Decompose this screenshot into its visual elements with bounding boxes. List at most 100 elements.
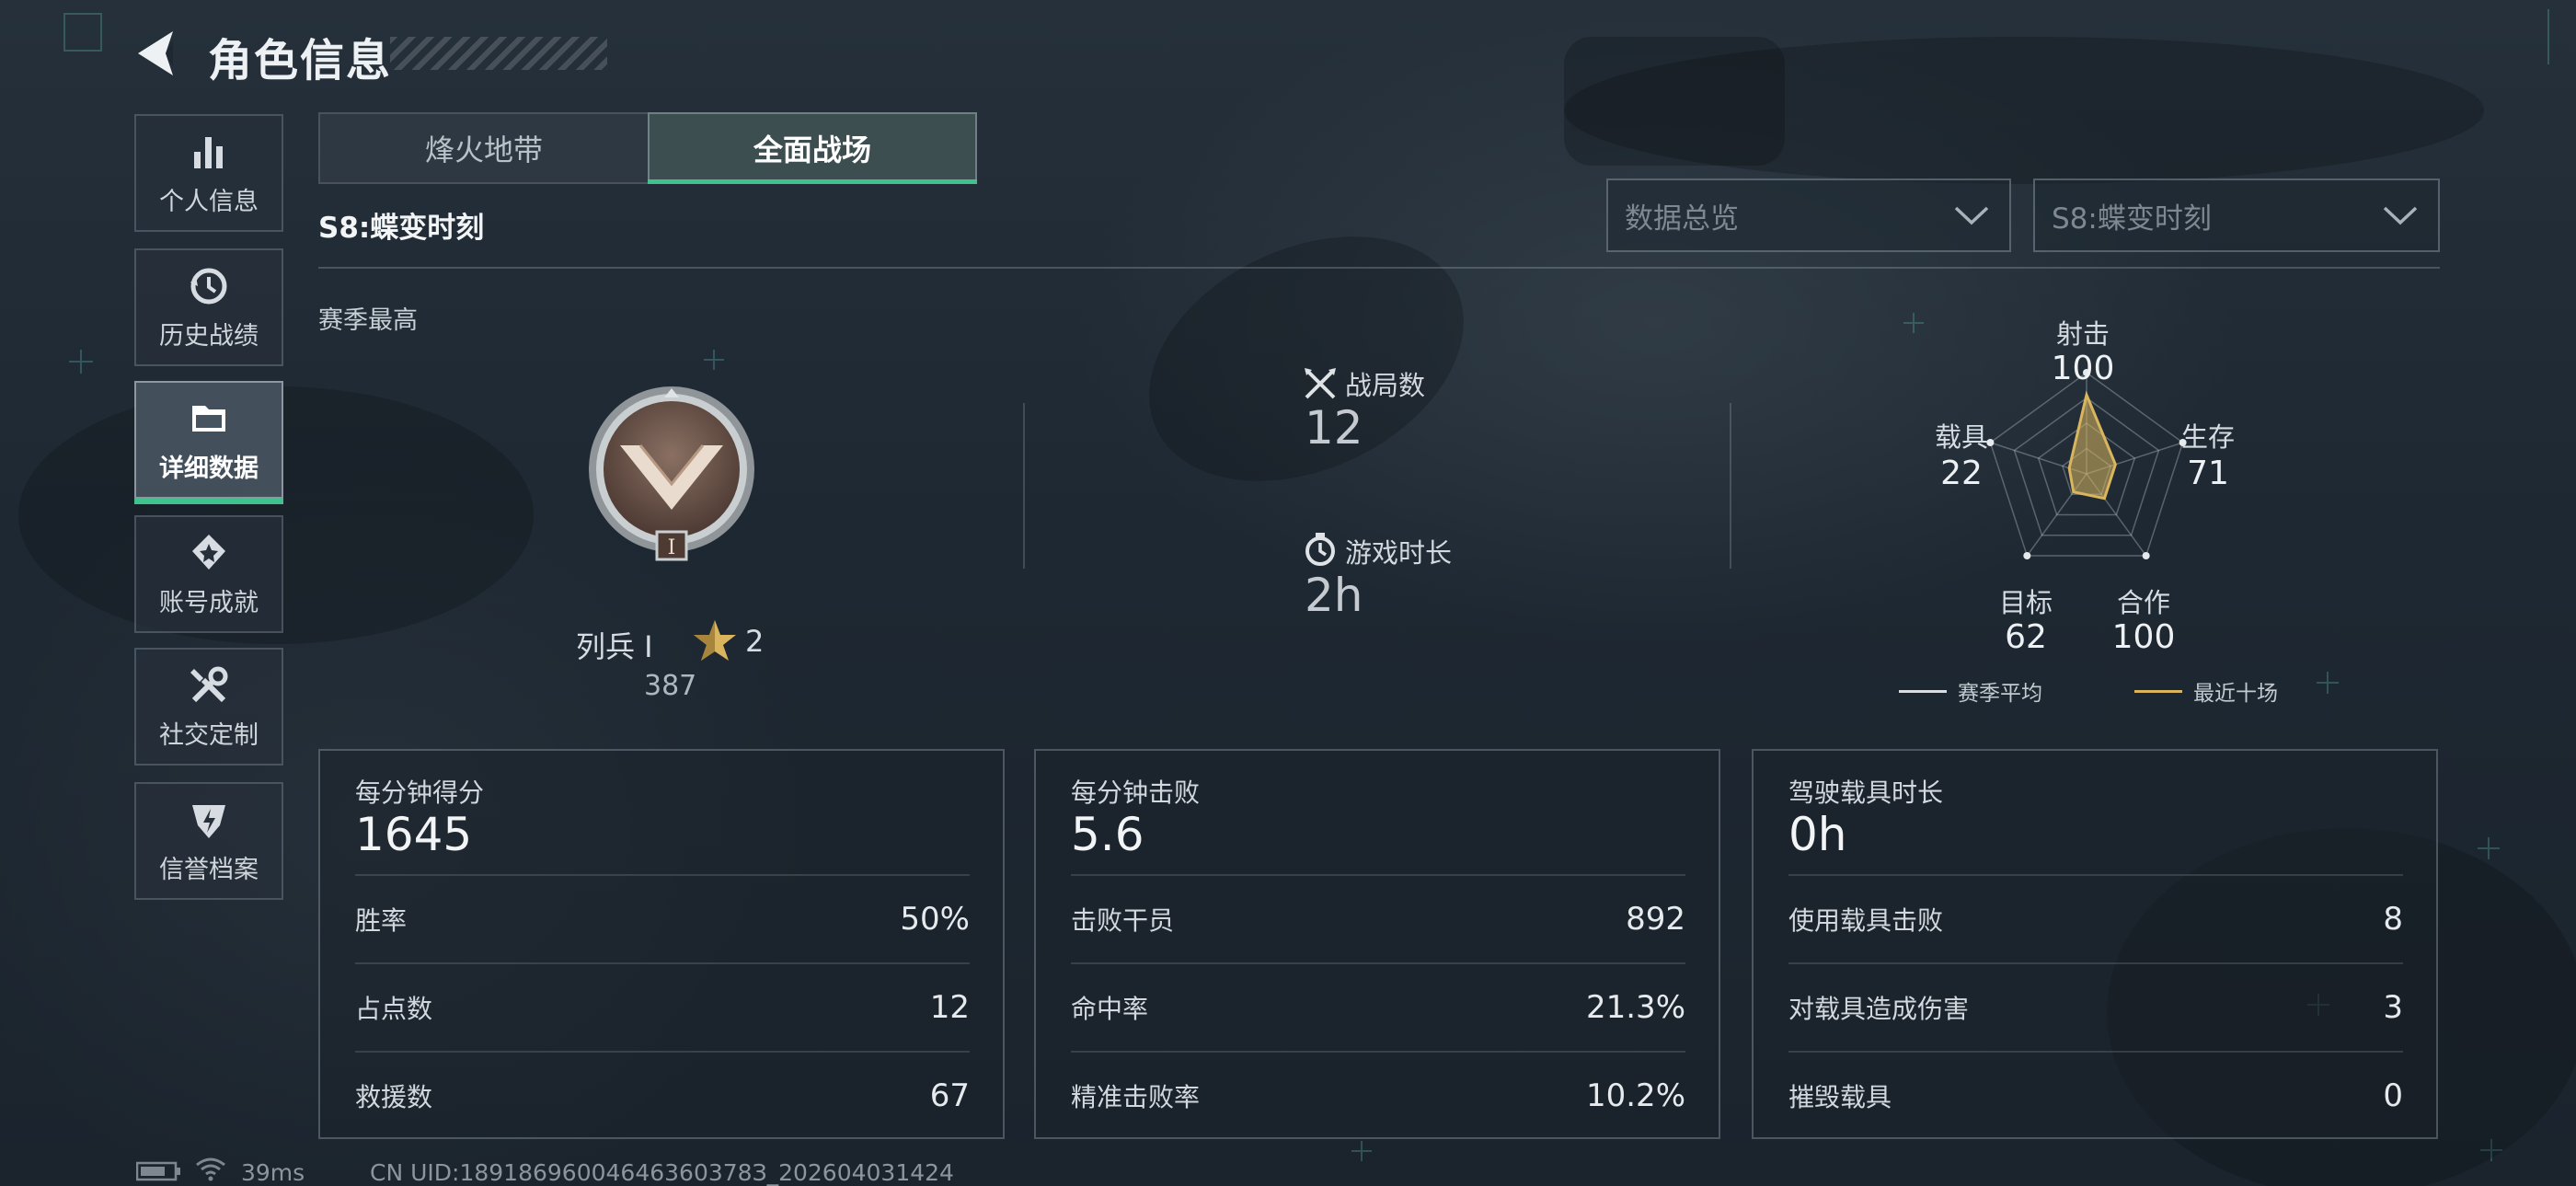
stat-row-label: 胜率 bbox=[355, 905, 408, 936]
stat-row-value: 892 bbox=[1626, 901, 1685, 938]
medal-icon bbox=[192, 534, 225, 570]
matches-label: 战局数 bbox=[1345, 370, 1426, 401]
bar-chart-icon bbox=[194, 136, 223, 168]
season-dropdown-value: S8:蝶变时刻 bbox=[2052, 202, 2212, 236]
season-title: S8:蝶变时刻 bbox=[318, 212, 485, 245]
stat-row-value: 10.2% bbox=[1585, 1077, 1685, 1114]
legend-season-average: 赛季平均 bbox=[1899, 675, 2042, 707]
ping-readout: 39ms bbox=[241, 1159, 305, 1186]
divider bbox=[1023, 403, 1025, 569]
radar-axis-label: 载具 bbox=[1934, 421, 1988, 453]
stopwatch-icon bbox=[1305, 533, 1335, 566]
stat-row-value: 12 bbox=[929, 989, 970, 1026]
credit-shield-icon bbox=[192, 804, 225, 838]
stat-row: 对载具造成伤害 3 bbox=[1788, 962, 2403, 1051]
sidebar-item-label: 信誉档案 bbox=[159, 855, 259, 884]
radar-axis-label: 射击 bbox=[2055, 318, 2110, 350]
tools-icon bbox=[190, 666, 228, 702]
stat-row-label: 使用载具击败 bbox=[1788, 905, 1944, 936]
sidebar-item-credit[interactable]: 信誉档案 bbox=[134, 782, 283, 900]
sidebar-item-label: 个人信息 bbox=[159, 187, 259, 216]
panel-label: 每分钟得分 bbox=[355, 777, 485, 808]
stat-row: 占点数 12 bbox=[355, 962, 970, 1051]
scope-dropdown[interactable]: 数据总览 bbox=[1606, 178, 2011, 252]
stat-row-value: 0 bbox=[2383, 1077, 2403, 1114]
stat-row-label: 击败干员 bbox=[1071, 905, 1175, 936]
stat-row-value: 50% bbox=[900, 901, 970, 938]
sidebar-item-detailed-data[interactable]: 详细数据 bbox=[134, 381, 283, 504]
stat-row: 使用载具击败 8 bbox=[1788, 874, 2403, 962]
scope-dropdown-value: 数据总览 bbox=[1625, 202, 1739, 236]
stat-panel-score: 每分钟得分 1645 胜率 50% 占点数 12 救援数 67 bbox=[318, 749, 1005, 1139]
panel-value: 5.6 bbox=[1071, 808, 1144, 861]
legend-line-icon bbox=[2134, 689, 2182, 693]
battery-icon bbox=[136, 1161, 180, 1181]
radar-axis-value: 22 bbox=[1940, 455, 1983, 492]
radar-axis-value: 100 bbox=[2111, 618, 2176, 656]
sidebar-item-profile[interactable]: 个人信息 bbox=[134, 114, 283, 232]
playtime-label: 游戏时长 bbox=[1345, 537, 1453, 569]
panel-value: 1645 bbox=[355, 808, 473, 861]
legend-recent-ten: 最近十场 bbox=[2134, 675, 2278, 707]
back-arrow-icon[interactable] bbox=[129, 26, 184, 81]
stat-row-label: 精准击败率 bbox=[1071, 1082, 1201, 1112]
stat-panel-kills: 每分钟击败 5.6 击败干员 892 命中率 21.3% 精准击败率 10.2% bbox=[1034, 749, 1720, 1139]
rank-points: 387 bbox=[644, 670, 697, 702]
chevron-down-icon bbox=[2383, 206, 2418, 225]
uid-text: CN UID:18918696004646360378З_20260403142… bbox=[370, 1159, 954, 1186]
radar-axis-dot bbox=[2023, 551, 2031, 559]
stat-row: 摧毁载具 0 bbox=[1788, 1051, 2403, 1139]
rank-emblem-numeral: I bbox=[668, 536, 676, 559]
season-dropdown[interactable]: S8:蝶变时刻 bbox=[2033, 178, 2440, 252]
legend-line-icon bbox=[1899, 689, 1947, 693]
sidebar-item-label: 社交定制 bbox=[159, 720, 259, 750]
divider bbox=[1730, 403, 1731, 569]
page-title: 角色信息 bbox=[208, 35, 393, 86]
panel-value: 0h bbox=[1788, 808, 1847, 861]
sidebar-item-history[interactable]: 历史战绩 bbox=[134, 248, 283, 366]
history-clock-icon bbox=[190, 268, 227, 304]
stat-row-label: 命中率 bbox=[1071, 994, 1149, 1024]
radar-axis-value: 71 bbox=[2187, 455, 2229, 492]
sidebar-item-label: 详细数据 bbox=[159, 454, 259, 483]
rank-emblem-icon: I bbox=[589, 386, 754, 561]
legend-label: 最近十场 bbox=[2193, 682, 2278, 706]
radar-axis-dot bbox=[2142, 551, 2150, 559]
radar-axis-label: 合作 bbox=[2116, 587, 2170, 618]
rank-star-count: 2 bbox=[745, 624, 765, 659]
stat-row-label: 摧毁载具 bbox=[1788, 1082, 1892, 1112]
radar-axis-value: 100 bbox=[2051, 350, 2115, 387]
legend-label: 赛季平均 bbox=[1958, 682, 2042, 706]
stat-row-value: 67 bbox=[929, 1077, 970, 1114]
panel-label: 每分钟击败 bbox=[1071, 777, 1201, 808]
stat-row-label: 对载具造成伤害 bbox=[1788, 994, 1970, 1024]
stat-row: 胜率 50% bbox=[355, 874, 970, 962]
radar-axis-value: 62 bbox=[2005, 618, 2047, 656]
sidebar-item-label: 历史战绩 bbox=[159, 321, 259, 351]
playtime-value: 2h bbox=[1305, 569, 1363, 622]
stat-row: 命中率 21.3% bbox=[1071, 962, 1685, 1051]
radar-recent-series bbox=[2067, 390, 2117, 501]
stat-row: 救援数 67 bbox=[355, 1051, 970, 1139]
stat-row: 精准击败率 10.2% bbox=[1071, 1051, 1685, 1139]
stat-row-label: 占点数 bbox=[355, 994, 433, 1024]
rank-name: 列兵 Ⅰ bbox=[576, 629, 653, 664]
stat-row: 击败干员 892 bbox=[1071, 874, 1685, 962]
divider bbox=[318, 267, 2440, 269]
panel-label: 驾驶载具时长 bbox=[1788, 777, 1944, 808]
season-best-label: 赛季最高 bbox=[318, 306, 418, 335]
folder-icon bbox=[192, 405, 225, 432]
matches-value: 12 bbox=[1305, 401, 1363, 455]
wifi-icon bbox=[196, 1157, 225, 1181]
stat-row-value: 3 bbox=[2383, 989, 2403, 1026]
sidebar-item-achievements[interactable]: 账号成就 bbox=[134, 515, 283, 633]
title-decoration bbox=[390, 37, 607, 70]
tab-full-battlefield[interactable]: 全面战场 bbox=[648, 112, 977, 184]
tab-warzone[interactable]: 烽火地带 bbox=[318, 112, 650, 184]
stat-row-value: 8 bbox=[2383, 901, 2403, 938]
sidebar-item-label: 账号成就 bbox=[159, 588, 259, 617]
stat-panel-vehicle: 驾驶载具时长 0h 使用载具击败 8 对载具造成伤害 3 摧毁载具 0 bbox=[1752, 749, 2438, 1139]
crossed-swords-icon bbox=[1305, 368, 1336, 399]
radar-axis-label: 目标 bbox=[1998, 587, 2053, 618]
sidebar-item-social[interactable]: 社交定制 bbox=[134, 648, 283, 766]
